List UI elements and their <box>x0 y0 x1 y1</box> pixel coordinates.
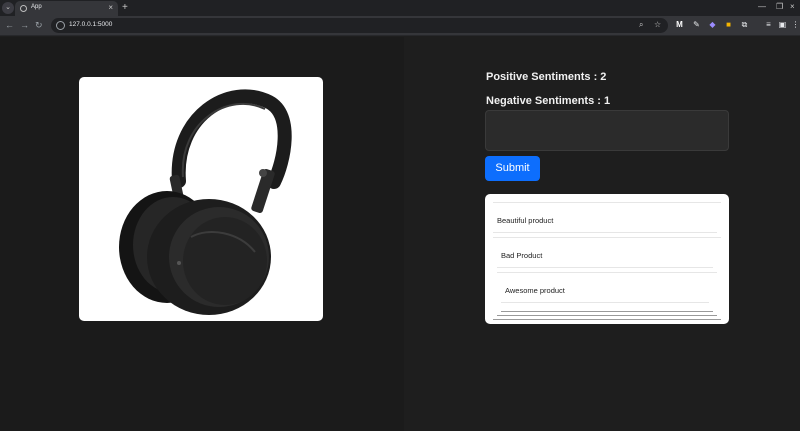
back-icon[interactable]: ← <box>5 20 14 31</box>
divider <box>497 267 713 268</box>
bookmark-star-icon[interactable]: ☆ <box>654 20 661 30</box>
menu-kebab-icon[interactable]: ⋮ <box>791 20 800 29</box>
product-image-card <box>79 77 323 321</box>
address-bar[interactable]: 127.0.0.1:5000 ⌕ ☆ <box>51 18 668 33</box>
divider <box>501 302 709 303</box>
divider <box>493 202 721 203</box>
profile-icon[interactable]: ▣ <box>778 20 787 29</box>
list-item: Beautiful product <box>497 216 554 225</box>
list-item: Awesome product <box>505 286 565 295</box>
site-info-icon[interactable] <box>56 21 65 30</box>
reload-icon[interactable]: ↻ <box>35 20 43 31</box>
tab-title: App <box>31 4 42 10</box>
browser-tabbar: ⌄ App × + — ❐ × <box>0 0 800 16</box>
reviews-list: Beautiful product Bad Product Awesome pr… <box>485 194 729 324</box>
divider <box>497 315 717 316</box>
extension-m-icon[interactable]: M <box>675 20 684 29</box>
minimize-icon[interactable]: — <box>758 2 766 12</box>
divider <box>497 272 717 273</box>
divider <box>493 319 721 320</box>
submit-button[interactable]: Submit <box>485 156 540 181</box>
list-item: Bad Product <box>501 251 543 260</box>
close-window-icon[interactable]: × <box>790 2 795 12</box>
forward-icon[interactable]: → <box>20 20 29 31</box>
new-tab-icon[interactable]: + <box>122 2 128 13</box>
zoom-icon[interactable]: ⌕ <box>639 20 643 30</box>
globe-icon <box>20 5 27 12</box>
url-text: 127.0.0.1:5000 <box>69 21 113 28</box>
extension-purple-icon[interactable]: ◆ <box>708 20 717 29</box>
tab-search-icon[interactable]: ⌄ <box>2 2 14 14</box>
divider <box>493 237 721 238</box>
divider <box>501 311 713 312</box>
pen-icon[interactable]: ✎ <box>692 20 701 29</box>
close-tab-icon[interactable]: × <box>108 3 113 13</box>
restore-icon[interactable]: ❐ <box>776 2 783 12</box>
positive-sentiment-count: Positive Sentiments : 2 <box>486 71 607 83</box>
headphones-image <box>119 89 292 315</box>
review-textarea[interactable] <box>485 110 729 151</box>
extension-color-icon[interactable]: ■ <box>724 20 733 29</box>
negative-sentiment-count: Negative Sentiments : 1 <box>486 95 611 107</box>
browser-tab[interactable]: App × <box>15 1 118 16</box>
extensions-puzzle-icon[interactable]: ⧉ <box>740 20 749 29</box>
media-controls-icon[interactable]: ≡ <box>764 20 773 29</box>
divider <box>493 232 717 233</box>
